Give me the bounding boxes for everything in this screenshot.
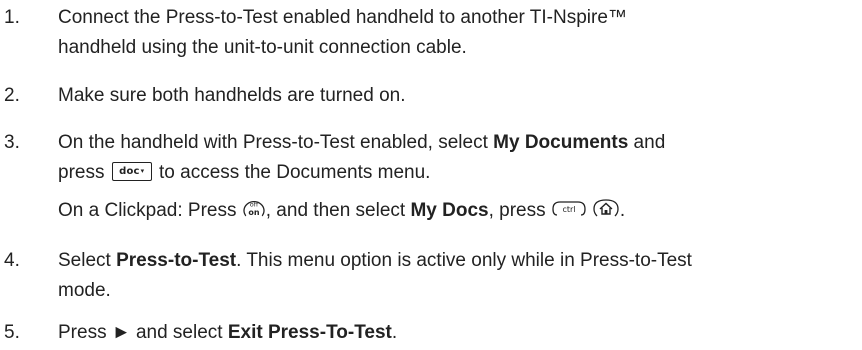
step-text-run: Press xyxy=(58,322,112,343)
step-text-run: and select xyxy=(130,322,228,343)
step-line: On the handheld with Press-to-Test enabl… xyxy=(58,128,858,158)
doc-key-icon: doc▾ xyxy=(111,161,152,181)
step-line: Press ► and select Exit Press-To-Test. xyxy=(58,318,858,348)
on-off-key-icon: offon xyxy=(243,200,265,217)
step-line: press doc▾ to access the Documents menu. xyxy=(58,158,858,188)
step-text: On the handheld with Press-to-Test enabl… xyxy=(58,128,858,226)
step-number: 5. xyxy=(4,322,20,343)
step-line: Make sure both handhelds are turned on. xyxy=(58,85,406,106)
step-text-run: . xyxy=(619,200,626,221)
doc-key-arrow: ▾ xyxy=(140,166,145,175)
home-key-icon xyxy=(593,199,619,217)
instruction-steps: 1. Connect the Press-to-Test enabled han… xyxy=(0,0,862,350)
ctrl-key-icon: ctrl xyxy=(552,201,586,216)
step-number: 4. xyxy=(4,250,20,271)
step-text-run: On the handheld with Press-to-Test enabl… xyxy=(58,132,494,153)
step-text-run: , press xyxy=(488,200,551,221)
clickpad-note: On a Clickpad: Press off on, and then sel… xyxy=(58,196,858,226)
doc-key-label: doc xyxy=(119,165,140,177)
right-arrow-icon: ► xyxy=(111,322,131,343)
step-number: 3. xyxy=(4,132,20,153)
step-text-run: and xyxy=(628,132,666,153)
step-text: Select Press-to-Test. This menu option i… xyxy=(58,246,858,306)
step-text-run: . xyxy=(391,322,398,343)
step-line: Select Press-to-Test. This menu option i… xyxy=(58,246,858,276)
step-number: 2. xyxy=(4,85,20,106)
step-text-run: to access the Documents menu. xyxy=(153,162,431,183)
step-line: handheld using the unit-to-unit connecti… xyxy=(58,37,467,58)
step-text-run: press xyxy=(58,162,110,183)
menu-item-exit-press-to-test: Exit Press-To-Test xyxy=(227,322,392,343)
step-text: Press ► and select Exit Press-To-Test. xyxy=(58,318,858,348)
step-text-run: . This menu option is active only while … xyxy=(236,250,692,271)
step-text-run: On a Clickpad: Press xyxy=(58,200,242,221)
step-line: mode. xyxy=(58,280,111,301)
step-text: Make sure both handhelds are turned on. xyxy=(58,81,858,111)
step-text-run: Select xyxy=(58,250,117,271)
menu-item-press-to-test: Press-to-Test xyxy=(116,250,237,271)
step-number: 1. xyxy=(4,7,20,28)
step-line: Connect the Press-to-Test enabled handhe… xyxy=(58,7,627,28)
step-text-run: , and then select xyxy=(265,200,411,221)
menu-item-my-documents: My Documents xyxy=(493,132,629,153)
menu-item-my-docs: My Docs xyxy=(410,200,489,221)
on-label: on xyxy=(248,208,259,217)
step-text: Connect the Press-to-Test enabled handhe… xyxy=(58,3,858,63)
ctrl-label: ctrl xyxy=(562,205,575,214)
